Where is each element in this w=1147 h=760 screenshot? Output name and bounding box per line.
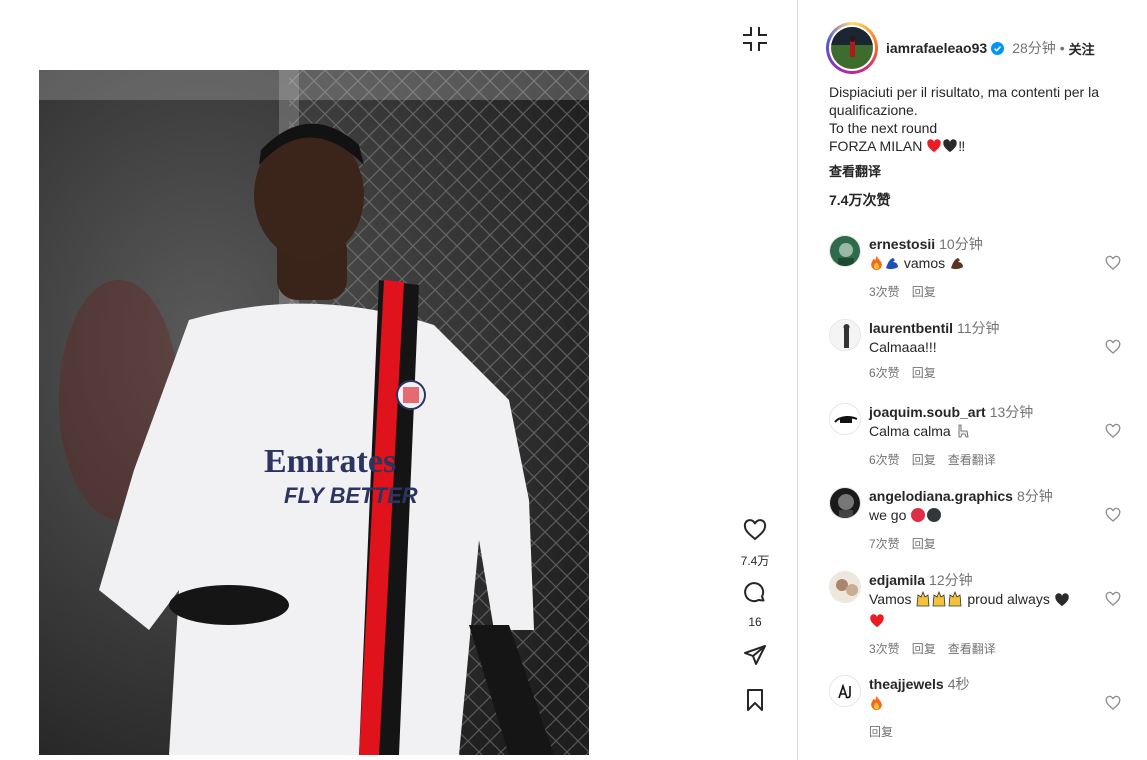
black-circle-emoji-icon: [926, 507, 942, 527]
fire-emoji-icon: [869, 255, 884, 275]
commenter-avatar[interactable]: [829, 487, 861, 519]
comment-count: 16: [748, 615, 762, 629]
sponsor-tagline: FLY BETTER: [284, 483, 418, 508]
comment-heart-icon[interactable]: [1105, 591, 1121, 607]
comment-username[interactable]: theajjewels: [869, 676, 944, 692]
see-translation-link[interactable]: 查看翻译: [948, 451, 996, 468]
caption-tail: ‼: [958, 138, 966, 154]
comment-likes[interactable]: 6次赞: [869, 451, 900, 468]
comment-time: 12分钟: [929, 572, 973, 588]
commenter-avatar[interactable]: [829, 319, 861, 351]
comment-text: Calma calma: [869, 423, 951, 439]
black-heart-emoji-icon: [942, 138, 958, 157]
comment-likes[interactable]: 3次赞: [869, 640, 900, 657]
caption-line: Dispiaciuti per il risultato, ma content…: [829, 84, 1100, 100]
caption-line: qualificazione.: [829, 102, 918, 118]
comment-text: vamos: [903, 255, 946, 271]
post-header: iamrafaeleao93 28分钟 • 关注: [826, 22, 1095, 74]
comment-time: 11分钟: [957, 320, 1000, 336]
follow-button[interactable]: 关注: [1069, 39, 1095, 58]
comment-time: 8分钟: [1016, 488, 1053, 504]
reply-button[interactable]: 回复: [912, 451, 936, 468]
post-caption: Dispiaciuti per il risultato, ma content…: [829, 83, 1134, 157]
comment-time: 4秒: [947, 676, 970, 692]
see-translation-link[interactable]: 查看翻译: [829, 161, 881, 180]
red-circle-emoji-icon: [910, 507, 926, 527]
comment-username[interactable]: joaquim.soub_art: [869, 404, 986, 420]
comment-time: 10分钟: [939, 236, 983, 252]
comment-text: we go: [869, 507, 907, 523]
commenter-avatar[interactable]: [829, 235, 861, 267]
comment-heart-icon[interactable]: [1105, 423, 1121, 439]
black-heart-emoji-icon: [1054, 592, 1070, 611]
llama-emoji-icon: [955, 423, 971, 443]
verified-badge-icon: [991, 41, 1005, 55]
comment-text-2: proud always: [967, 591, 1050, 607]
reply-button[interactable]: 回复: [869, 723, 893, 740]
post-time: 28分钟: [1012, 40, 1056, 56]
post-side-panel: iamrafaeleao93 28分钟 • 关注 Dispiaciuti per…: [797, 0, 1147, 760]
comment-heart-icon[interactable]: [1105, 695, 1121, 711]
commenter-avatar[interactable]: [829, 403, 861, 435]
author-username[interactable]: iamrafaeleao93: [886, 40, 987, 56]
caption-line: FORZA MILAN: [829, 138, 923, 154]
like-button[interactable]: 7.4万: [735, 518, 775, 569]
reply-button[interactable]: 回复: [912, 283, 936, 300]
reply-button[interactable]: 回复: [912, 640, 936, 657]
like-count: 7.4万: [740, 554, 770, 568]
save-button[interactable]: [735, 688, 775, 717]
paper-plane-icon: [743, 643, 767, 672]
comment-likes[interactable]: 7次赞: [869, 535, 900, 552]
commenter-avatar[interactable]: [829, 571, 861, 603]
author-avatar[interactable]: [826, 22, 878, 74]
commenter-avatar[interactable]: [829, 675, 861, 707]
comment-username[interactable]: angelodiana.graphics: [869, 488, 1013, 504]
comment-likes[interactable]: 6次赞: [869, 364, 900, 381]
comment-heart-icon[interactable]: [1105, 255, 1121, 271]
see-translation-link[interactable]: 查看翻译: [948, 640, 996, 657]
bookmark-icon: [743, 688, 767, 717]
post-viewer: Emirates FLY BETTER 7.4万 16 iamrafaeleao…: [0, 0, 1147, 760]
post-actions: 7.4万 16: [735, 518, 775, 717]
collapse-icon[interactable]: [741, 25, 769, 53]
separator-dot: •: [1059, 40, 1065, 56]
raising-hands-emoji-icon: [915, 590, 963, 611]
comment-heart-icon[interactable]: [1105, 339, 1121, 355]
red-heart-emoji-icon: [869, 613, 885, 632]
caption-line: To the next round: [829, 120, 938, 136]
heart-icon: [743, 518, 767, 547]
comment-text: Vamos: [869, 591, 912, 607]
flexed-biceps-emoji-icon: [884, 255, 900, 275]
comment-bubble-icon: [743, 581, 767, 610]
comment-text: Calmaaa!!!: [869, 339, 937, 355]
comment-time: 13分钟: [989, 404, 1034, 420]
share-button[interactable]: [735, 643, 775, 672]
fire-emoji-icon: [869, 695, 884, 715]
comment-button[interactable]: 16: [735, 581, 775, 629]
sponsor-text: Emirates: [264, 443, 396, 480]
comment-username[interactable]: laurentbentil: [869, 320, 953, 336]
flexed-biceps-emoji-icon: [949, 255, 965, 275]
comment-likes[interactable]: 3次赞: [869, 283, 900, 300]
red-heart-emoji-icon: [926, 138, 942, 157]
post-photo: Emirates FLY BETTER: [39, 70, 589, 755]
comment-heart-icon[interactable]: [1105, 507, 1121, 523]
reply-button[interactable]: 回复: [912, 364, 936, 381]
likes-count[interactable]: 7.4万次赞: [829, 190, 890, 210]
reply-button[interactable]: 回复: [912, 535, 936, 552]
comment-username[interactable]: edjamila: [869, 572, 925, 588]
comment-username[interactable]: ernestosii: [869, 236, 935, 252]
